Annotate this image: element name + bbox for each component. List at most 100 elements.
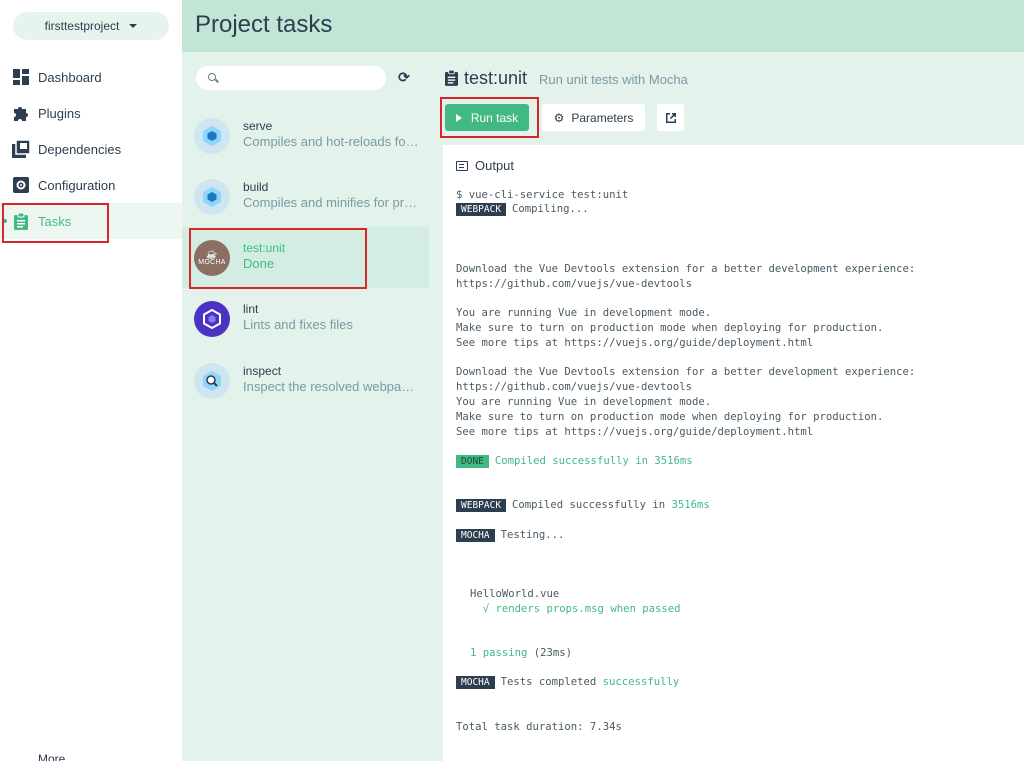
sidebar: firsttestproject Dashboard Plugins Depen… — [0, 0, 182, 761]
log-line: HelloWorld.vue — [470, 588, 560, 600]
page-header: Project tasks — [182, 0, 1024, 52]
refresh-icon[interactable]: ⟳ — [396, 68, 412, 86]
log-line: See more tips at https://vuejs.org/guide… — [456, 337, 814, 349]
output-label: Output — [475, 158, 515, 173]
log-text: Compiled successfully in — [512, 499, 672, 511]
task-name: lint — [243, 302, 259, 316]
caret-down-icon — [129, 24, 138, 28]
open-external-button[interactable] — [657, 104, 684, 131]
clipboard-icon — [445, 70, 458, 86]
sidebar-item-label: Configuration — [38, 177, 116, 193]
webpack-icon — [194, 179, 230, 215]
task-description: Lints and fixes files — [243, 317, 353, 332]
log-line: 1 passing (23ms) — [470, 646, 572, 660]
mocha-tag: MOCHA — [456, 676, 495, 689]
log-line: $ vue-cli-service test:unit — [456, 189, 629, 201]
more-link[interactable]: More — [38, 752, 65, 761]
sidebar-item-dashboard[interactable]: Dashboard — [0, 59, 182, 95]
log-line: Make sure to turn on production mode whe… — [456, 411, 884, 423]
task-description: Compiles and minifies for production — [243, 195, 419, 210]
puzzle-icon — [12, 104, 30, 122]
mocha-tag: MOCHA — [456, 529, 495, 542]
search-input[interactable] — [196, 66, 386, 90]
task-description: Inspect the resolved webpack config — [243, 379, 419, 394]
play-icon — [455, 113, 462, 122]
parameters-button[interactable]: ⚙ Parameters — [542, 104, 645, 131]
sidebar-item-plugins[interactable]: Plugins — [0, 95, 182, 131]
active-indicator — [3, 219, 7, 223]
task-title-name: test:unit — [464, 68, 528, 88]
task-item-serve[interactable]: serve Compiles and hot-reloads for devel… — [182, 105, 429, 166]
log-line: WEBPACK Compiling... — [456, 202, 589, 216]
task-title-description: Run unit tests with Mocha — [539, 72, 688, 87]
sidebar-item-label: Dashboard — [38, 69, 102, 85]
log-line: MOCHA Tests completed successfully — [456, 675, 679, 689]
log-line: √ renders props.msg when passed — [470, 602, 681, 616]
log-line: You are running Vue in development mode. — [456, 307, 712, 319]
search-icon — [208, 73, 216, 81]
library-icon — [12, 140, 30, 158]
output-panel[interactable]: Output $ vue-cli-service test:unit WEBPA… — [443, 145, 1024, 761]
gear-icon: ⚙ — [553, 110, 565, 125]
run-task-button[interactable]: Run task — [445, 104, 529, 131]
task-description: Compiles and hot-reloads for development — [243, 134, 419, 149]
sidebar-item-label: Plugins — [38, 105, 81, 121]
mocha-logo-text: MOCHA — [198, 259, 226, 266]
task-item-lint[interactable]: lint Lints and fixes files — [182, 288, 429, 349]
clipboard-icon — [12, 212, 30, 230]
log-time: 3516ms — [671, 499, 710, 511]
open-in-new-icon — [665, 112, 676, 123]
sidebar-item-label: Dependencies — [38, 141, 122, 157]
sidebar-item-dependencies[interactable]: Dependencies — [0, 131, 182, 167]
task-name: serve — [243, 119, 273, 133]
log-line: WEBPACK Compiled successfully in 3516ms — [456, 498, 710, 512]
task-item-inspect[interactable]: inspect Inspect the resolved webpack con… — [182, 350, 429, 411]
log-line: Make sure to turn on production mode whe… — [456, 322, 884, 334]
task-name: inspect — [243, 364, 282, 378]
page-title: Project tasks — [195, 11, 333, 38]
run-task-label: Run task — [470, 110, 519, 125]
task-description: Done — [243, 256, 275, 271]
passing-time: (23ms) — [527, 647, 573, 659]
webpack-tag: WEBPACK — [456, 499, 507, 512]
project-selector[interactable]: firsttestproject — [13, 12, 169, 40]
settings-box-icon — [12, 176, 30, 194]
log-text: Compiled successfully in 3516ms — [494, 455, 693, 467]
console-icon — [456, 160, 468, 171]
webpack-tag: WEBPACK — [456, 203, 507, 216]
log-line: MOCHA Testing... — [456, 528, 564, 542]
mocha-icon: ☕ MOCHA — [194, 240, 230, 276]
log-line: You are running Vue in development mode. — [456, 396, 712, 408]
dashboard-icon — [12, 68, 30, 86]
project-name: firsttestproject — [44, 19, 120, 33]
log-text: Compiling... — [512, 203, 589, 215]
task-name: build — [243, 180, 269, 194]
log-line: Total task duration: 7.34s — [456, 721, 622, 733]
task-item-test-unit[interactable]: ☕ MOCHA test:unit Done — [182, 227, 429, 288]
task-list: ⟳ serve Compiles and hot-reloads for dev… — [182, 52, 429, 761]
task-name: test:unit — [243, 241, 286, 255]
output-header: Output — [456, 158, 514, 173]
sidebar-nav: Dashboard Plugins Dependencies Configura… — [0, 59, 182, 239]
sidebar-item-configuration[interactable]: Configuration — [0, 167, 182, 203]
test-case: √ renders props.msg when passed — [470, 603, 681, 615]
log-text: Tests completed — [500, 676, 603, 688]
log-line: https://github.com/vuejs/vue-devtools — [456, 381, 692, 393]
eslint-icon — [194, 301, 230, 337]
log-line: DONE Compiled successfully in 3516ms — [456, 454, 693, 468]
done-tag: DONE — [456, 455, 489, 468]
log-text: Testing... — [500, 529, 565, 541]
log-success: successfully — [602, 676, 680, 688]
log-line: Download the Vue Devtools extension for … — [456, 263, 916, 275]
log-line: Download the Vue Devtools extension for … — [456, 366, 916, 378]
task-item-build[interactable]: build Compiles and minifies for producti… — [182, 166, 429, 227]
sidebar-item-label: Tasks — [38, 213, 72, 229]
parameters-label: Parameters — [571, 110, 634, 125]
log-line: https://github.com/vuejs/vue-devtools — [456, 278, 692, 290]
passing-count: 1 passing — [470, 647, 528, 659]
mocha-cup-icon: ☕ — [206, 249, 218, 259]
task-title: test:unit Run unit tests with Mocha — [445, 68, 688, 89]
inspect-icon — [194, 363, 230, 399]
task-details: test:unit Run unit tests with Mocha Run … — [429, 52, 1024, 761]
sidebar-item-tasks[interactable]: Tasks — [0, 203, 182, 239]
